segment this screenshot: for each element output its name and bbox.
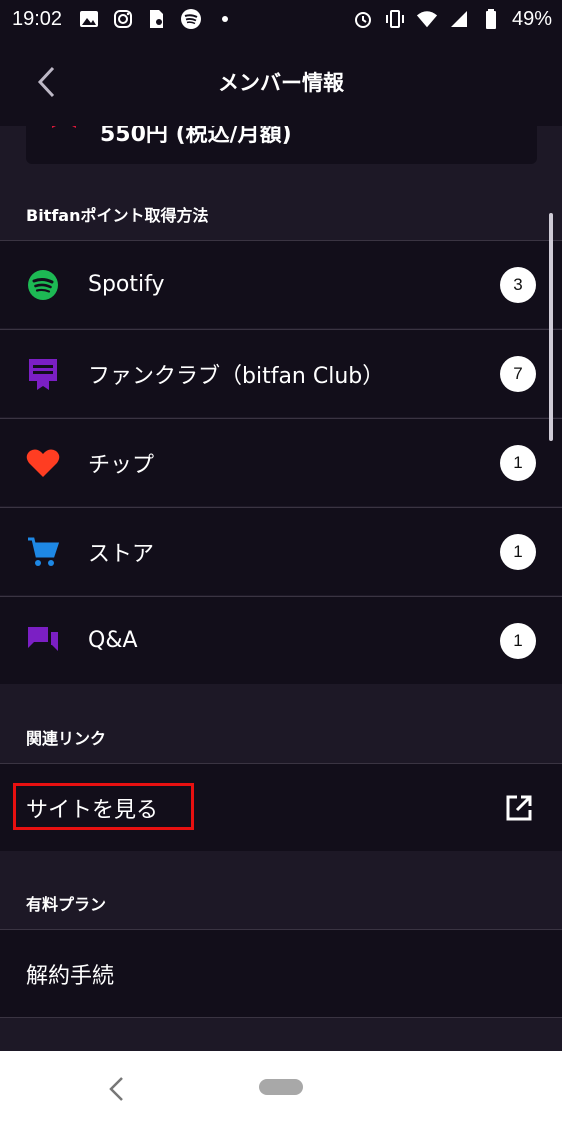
links-section-title-text: 関連リンク <box>26 729 107 748</box>
app-bar: メンバー情報 <box>0 38 562 126</box>
points-section-title: Bitfanポイント取得方法 <box>0 184 562 240</box>
vibrate-icon <box>384 8 406 30</box>
external-link-icon <box>506 795 532 820</box>
signal-icon <box>448 8 470 30</box>
points-item-qa[interactable]: Q&A 1 <box>0 596 562 684</box>
points-item-spotify[interactable]: Spotify 3 <box>0 240 562 328</box>
status-bar: 19:02 49% <box>0 0 562 38</box>
system-nav-bar <box>0 1051 562 1125</box>
plan-card: 550円 (税込/月額) <box>26 126 537 164</box>
plan-section-title: 有料プラン <box>0 851 562 929</box>
battery-icon <box>480 8 502 30</box>
points-item-fanclub[interactable]: ファンクラブ（bitfan Club） 7 <box>0 329 562 417</box>
plan-section-title-text: 有料プラン <box>26 895 107 914</box>
fanclub-icon <box>26 357 60 391</box>
cart-icon <box>26 535 60 569</box>
points-item-tip[interactable]: チップ 1 <box>0 418 562 506</box>
status-time: 19:02 <box>12 7 63 30</box>
scrollbar[interactable] <box>549 213 553 441</box>
points-count-badge: 3 <box>500 266 536 303</box>
chat-icon <box>26 624 60 658</box>
instagram-icon <box>112 8 134 30</box>
points-item-label: Q&A <box>88 628 138 653</box>
spotify-icon <box>26 268 60 302</box>
battery-level: 49% <box>511 7 552 30</box>
cancel-row[interactable]: 解約手続 <box>0 929 562 1017</box>
points-count-badge: 1 <box>500 444 536 481</box>
plan-mark-icon <box>52 126 76 128</box>
nav-back-icon[interactable] <box>104 1075 128 1103</box>
page-title: メンバー情報 <box>218 71 344 95</box>
points-item-label: ファンクラブ（bitfan Club） <box>88 363 385 389</box>
gallery-icon <box>78 8 100 30</box>
alarm-icon <box>352 8 374 30</box>
bottom-spacer <box>0 1017 562 1052</box>
points-count-badge: 7 <box>500 355 536 392</box>
dot-icon <box>214 8 236 30</box>
wifi-icon <box>416 8 438 30</box>
links-section-title: 関連リンク <box>0 685 562 763</box>
points-item-store[interactable]: ストア 1 <box>0 507 562 595</box>
points-count-badge: 1 <box>500 622 536 659</box>
chevron-left-icon <box>37 66 55 98</box>
points-count-badge: 1 <box>500 533 536 570</box>
cancel-label: 解約手続 <box>26 963 115 989</box>
highlight-box <box>13 783 194 830</box>
location-file-icon <box>146 8 168 30</box>
heart-icon <box>26 446 60 480</box>
points-item-label: Spotify <box>88 272 165 297</box>
points-item-label: ストア <box>88 541 155 567</box>
points-section-title-text: Bitfanポイント取得方法 <box>26 206 209 225</box>
points-item-label: チップ <box>88 452 155 478</box>
home-pill[interactable] <box>259 1079 303 1095</box>
back-button[interactable] <box>28 64 64 100</box>
spotify-status-icon <box>180 8 202 30</box>
plan-price: 550円 (税込/月額) <box>100 126 292 147</box>
